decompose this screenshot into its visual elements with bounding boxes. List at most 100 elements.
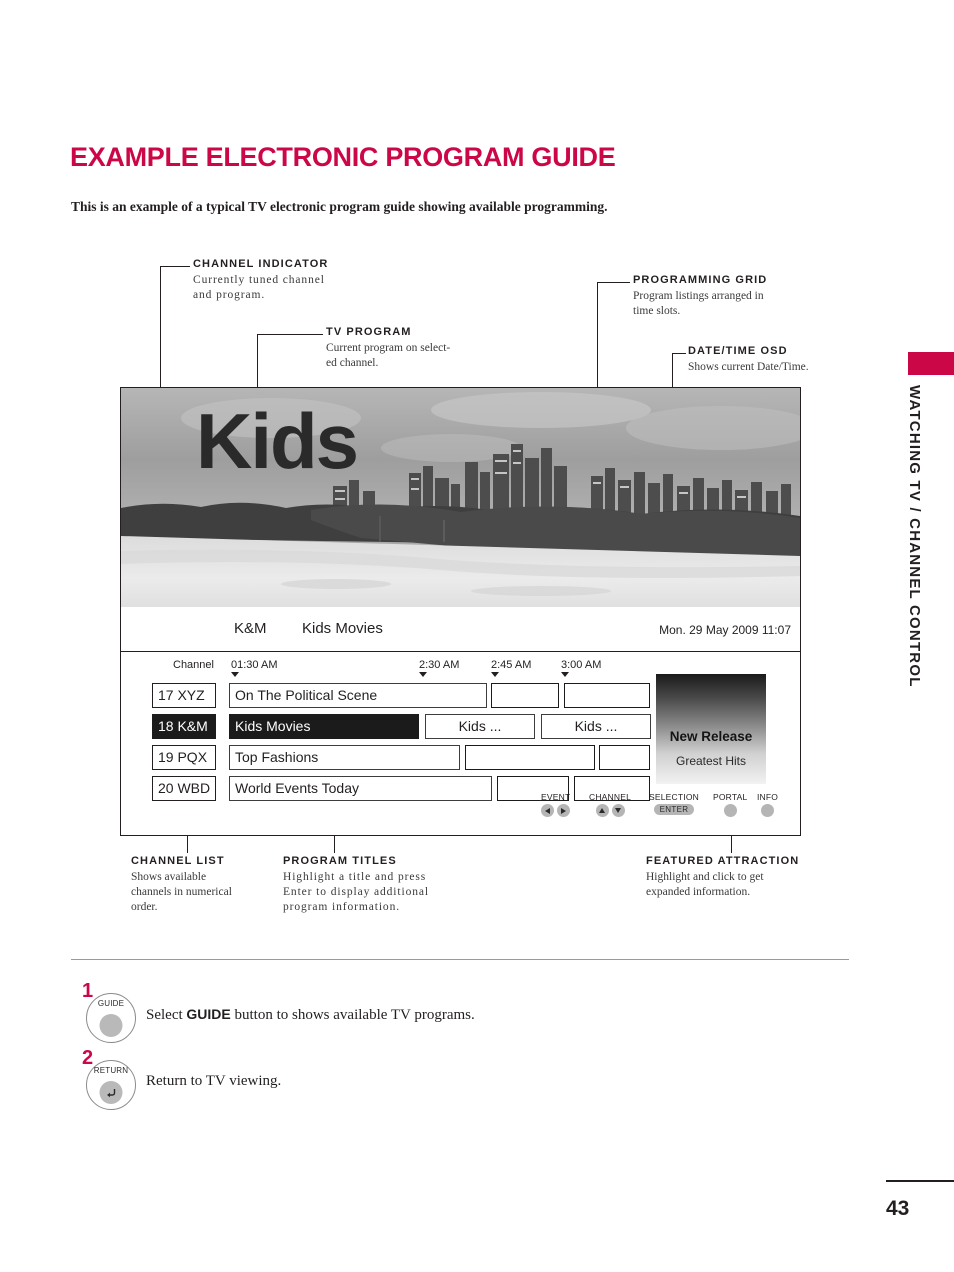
enter-button[interactable]: ENTER xyxy=(653,804,695,815)
program-cell[interactable] xyxy=(599,745,650,770)
callout-programming-grid: PROGRAMMING GRID Program listings arrang… xyxy=(633,274,848,319)
step-text-before: Select xyxy=(146,1007,187,1023)
callout-title: CHANNEL LIST xyxy=(131,855,225,867)
callout-line-2: Enter to display additional xyxy=(283,886,429,898)
time-slot-label: 3:00 AM xyxy=(561,659,602,671)
legend-selection[interactable]: SELECTION ENTER xyxy=(649,792,699,815)
programming-grid: Channel 01:30 AM 2:30 AM 2:45 AM 3:00 AM… xyxy=(121,652,800,835)
arrow-up-icon[interactable] xyxy=(595,804,609,817)
leader-line-programming-grid-stub xyxy=(597,282,630,283)
leader-line-channel-indicator-stub xyxy=(160,266,190,267)
legend-portal[interactable]: PORTAL xyxy=(713,792,747,817)
guide-remote-button[interactable]: GUIDE xyxy=(86,993,136,1043)
step-text-before: Return to TV viewing. xyxy=(146,1073,282,1089)
featured-attraction-panel[interactable]: New Release Greatest Hits xyxy=(656,674,766,784)
manual-page: EXAMPLE ELECTRONIC PROGRAM GUIDE This is… xyxy=(0,0,954,1272)
grid-channel-header: Channel xyxy=(173,659,214,671)
time-slot-label: 2:30 AM xyxy=(419,659,460,671)
program-cell[interactable]: Top Fashions xyxy=(229,745,460,770)
chapter-tab-label: WATCHING TV / CHANNEL CONTROL xyxy=(906,385,946,715)
program-cell[interactable] xyxy=(564,683,650,708)
guide-button-label: GUIDE xyxy=(97,999,125,1008)
return-button-knob[interactable] xyxy=(99,1081,123,1104)
tv-guide-mockup: Kids K&M Kids Movies Mon. 29 May 2009 11… xyxy=(120,387,801,836)
step-text-after: button to shows available TV programs. xyxy=(230,1007,475,1023)
page-number: 43 xyxy=(886,1197,910,1220)
tv-video-preview: Kids xyxy=(121,388,800,607)
legend-label: EVENT xyxy=(541,792,571,802)
callout-line-1: Shows available xyxy=(131,871,207,883)
callout-featured-attraction: FEATURED ATTRACTION Highlight and click … xyxy=(646,855,876,900)
leader-line-tv-program-stub xyxy=(257,334,323,335)
return-remote-button[interactable]: RETURN xyxy=(86,1060,136,1110)
callout-line-2: ed channel. xyxy=(326,357,379,369)
section-divider xyxy=(71,959,849,960)
osd-program-title: Kids Movies xyxy=(302,620,383,637)
time-slot-marker xyxy=(419,672,427,677)
callout-line-3: order. xyxy=(131,901,158,913)
page-number-rule xyxy=(886,1180,954,1182)
arrow-left-icon[interactable] xyxy=(541,804,555,817)
grid-key-legend: EVENT CHANNEL SELECTION ENTER PORTAL INF… xyxy=(541,792,791,828)
leader-line-date-time-stub xyxy=(672,353,686,354)
time-slot-marker xyxy=(561,672,569,677)
callout-line-1: Currently tuned channel xyxy=(193,274,325,286)
callout-title: DATE/TIME OSD xyxy=(688,345,788,357)
callout-channel-list: CHANNEL LIST Shows available channels in… xyxy=(131,855,281,915)
return-button-label: RETURN xyxy=(93,1066,129,1075)
legend-channel[interactable]: CHANNEL xyxy=(589,792,631,817)
legend-label: PORTAL xyxy=(713,792,748,802)
time-slot-marker xyxy=(231,672,239,677)
arrow-down-icon[interactable] xyxy=(611,804,625,817)
channel-list-item[interactable]: 17 XYZ xyxy=(152,683,216,708)
return-arrow-icon xyxy=(107,1089,116,1098)
channel-list-item[interactable]: 20 WBD xyxy=(152,776,216,801)
program-cell[interactable]: On The Political Scene xyxy=(229,683,487,708)
legend-label: CHANNEL xyxy=(589,792,632,802)
osd-channel-indicator: K&M xyxy=(234,620,267,637)
channel-list-item[interactable]: 18 K&M xyxy=(152,714,216,739)
callout-line-2: expanded information. xyxy=(646,886,751,898)
program-cell[interactable] xyxy=(491,683,559,708)
callout-line-2: and program. xyxy=(193,289,266,301)
callout-line-3: program information. xyxy=(283,901,401,913)
guide-button-knob[interactable] xyxy=(99,1014,123,1037)
legend-event[interactable]: EVENT xyxy=(541,792,571,817)
legend-info[interactable]: INFO xyxy=(757,792,778,817)
step-2-text: Return to TV viewing. xyxy=(146,1073,281,1090)
callout-title: CHANNEL INDICATOR xyxy=(193,258,329,270)
callout-line-1: Shows current Date/Time. xyxy=(688,361,809,373)
callout-line-1: Highlight a title and press xyxy=(283,871,427,883)
program-cell[interactable] xyxy=(465,745,595,770)
callout-title: FEATURED ATTRACTION xyxy=(646,855,800,867)
callout-line-1: Highlight and click to get xyxy=(646,871,764,883)
featured-subtitle: Greatest Hits xyxy=(675,754,747,768)
step-1-text: Select GUIDE button to shows available T… xyxy=(146,1006,475,1024)
callout-title: TV PROGRAM xyxy=(326,326,412,338)
info-button-icon[interactable] xyxy=(761,804,775,817)
callout-channel-indicator: CHANNEL INDICATOR Currently tuned channe… xyxy=(193,258,423,303)
program-cell[interactable]: World Events Today xyxy=(229,776,492,801)
channel-list-item[interactable]: 19 PQX xyxy=(152,745,216,770)
osd-date-time: Mon. 29 May 2009 11:07 xyxy=(659,623,791,637)
callout-line-1: Current program on select- xyxy=(326,342,451,354)
intro-paragraph: This is an example of a typical TV elect… xyxy=(71,199,608,214)
program-cell[interactable]: Kids Movies xyxy=(229,714,419,739)
callout-title: PROGRAM TITLES xyxy=(283,855,397,867)
callout-title: PROGRAMMING GRID xyxy=(633,274,768,286)
program-cell[interactable]: Kids ... xyxy=(541,714,651,739)
callout-line-2: time slots. xyxy=(633,305,681,317)
legend-label: INFO xyxy=(757,792,779,802)
callout-tv-program: TV PROGRAM Current program on select- ed… xyxy=(326,326,541,371)
portal-button-icon[interactable] xyxy=(723,804,737,817)
program-cell[interactable]: Kids ... xyxy=(425,714,535,739)
featured-title: New Release xyxy=(669,729,753,744)
time-slot-label: 01:30 AM xyxy=(231,659,278,671)
page-title: EXAMPLE ELECTRONIC PROGRAM GUIDE xyxy=(70,142,616,172)
time-slot-label: 2:45 AM xyxy=(491,659,532,671)
arrow-right-icon[interactable] xyxy=(557,804,571,817)
callout-date-time-osd: DATE/TIME OSD Shows current Date/Time. xyxy=(688,345,918,375)
tv-osd-bar: K&M Kids Movies Mon. 29 May 2009 11:07 xyxy=(121,607,800,652)
legend-label: SELECTION xyxy=(649,792,699,802)
callout-program-titles: PROGRAM TITLES Highlight a title and pre… xyxy=(283,855,513,915)
